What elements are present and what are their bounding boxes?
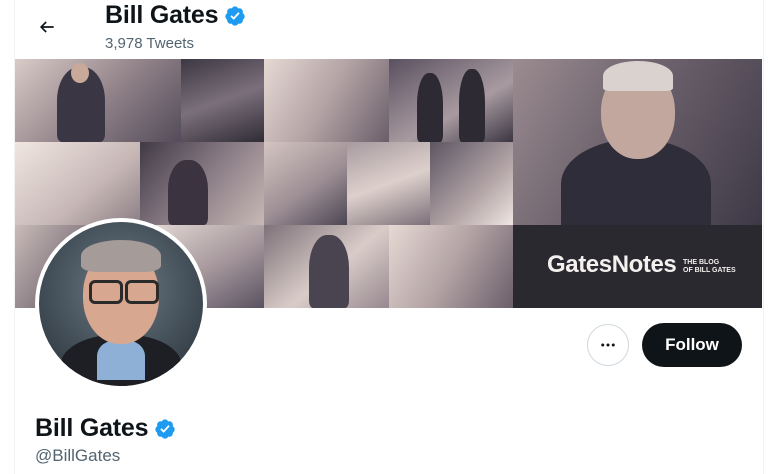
gatesnotes-brand: GatesNotes [547,251,677,278]
banner-photo [181,59,264,142]
verified-badge-icon [225,5,245,26]
banner-photo [389,59,513,142]
profile-avatar[interactable] [35,218,207,390]
header-name: Bill Gates [105,1,219,29]
follow-button[interactable]: Follow [642,323,742,367]
profile-handle: @BillGates [35,446,121,465]
tagline-line-1: THE BLOG [683,259,720,266]
more-options-button[interactable] [587,324,629,366]
banner-portrait-photo [513,59,762,225]
banner-photo [264,225,389,308]
tagline-line-2: OF BILL GATES [683,267,736,274]
avatar-photo [39,222,203,386]
tweet-count: 3,978 Tweets [105,35,194,52]
banner-photo [430,142,513,225]
banner-photo [15,142,140,225]
banner-photo [347,142,430,225]
profile-display-name: Bill Gates [35,414,149,442]
banner-photo [140,142,264,225]
banner-photo [264,59,389,142]
banner-photo [389,225,513,308]
arrow-left-icon [39,21,54,33]
gatesnotes-tagline: THE BLOG OF BILL GATES [683,259,743,275]
verified-badge-icon [155,418,175,439]
more-horizontal-icon [601,343,615,347]
profile-name: Bill Gates [35,414,176,443]
back-button[interactable] [30,10,64,44]
header-title: Bill Gates [105,1,246,30]
banner-photo [15,59,181,142]
banner-photo [264,142,347,225]
gatesnotes-logo: GatesNotes THE BLOG OF BILL GATES [513,225,762,308]
